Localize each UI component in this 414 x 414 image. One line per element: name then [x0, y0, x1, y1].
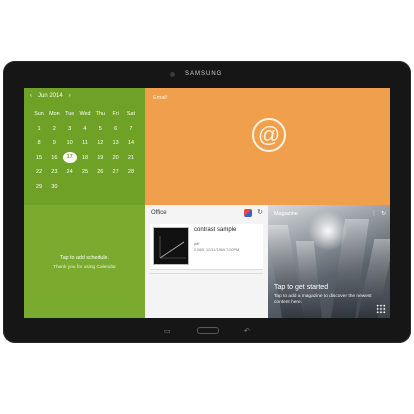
- calendar-day[interactable]: 22: [32, 169, 46, 175]
- apps-grid-icon[interactable]: [376, 304, 386, 314]
- email-widget-label: Email: [153, 95, 167, 101]
- calendar-day[interactable]: 12: [93, 140, 107, 146]
- calendar-day[interactable]: 16: [47, 155, 61, 161]
- recent-apps-icon[interactable]: ▭: [164, 327, 171, 335]
- office-widget[interactable]: Office ↻ contrast sample pdf 0.06B, 12/3…: [145, 205, 268, 318]
- brand-logo: SAMSUNG: [185, 71, 223, 77]
- calendar-month-panel: ‹ Jun 2014 › Sun Mon Tue Wed Thu Fri Sat: [24, 88, 145, 205]
- calendar-day[interactable]: 20: [109, 155, 123, 161]
- calendar-grid: Sun Mon Tue Wed Thu Fri Sat 1 2 3 4 5 6 …: [32, 107, 138, 194]
- add-schedule-prompt[interactable]: Tap to add schedule.: [24, 255, 145, 261]
- calendar-day[interactable]: 23: [47, 169, 61, 175]
- calendar-day[interactable]: 2: [47, 126, 61, 132]
- refresh-icon[interactable]: ↻: [381, 210, 386, 217]
- chevron-left-icon[interactable]: ‹: [30, 93, 32, 99]
- calendar-widget[interactable]: ‹ Jun 2014 › Sun Mon Tue Wed Thu Fri Sat: [24, 88, 145, 318]
- calendar-thanks-text: Thank you for using Calendar: [53, 265, 116, 270]
- at-icon: @: [252, 118, 286, 152]
- home-button[interactable]: [197, 327, 219, 334]
- back-icon[interactable]: ↶: [244, 327, 250, 335]
- calendar-day[interactable]: 9: [47, 140, 61, 146]
- weekday-label: Mon: [49, 111, 60, 118]
- calendar-day[interactable]: 24: [63, 169, 77, 175]
- calendar-day[interactable]: 15: [32, 155, 46, 161]
- weekday-label: Sun: [34, 111, 44, 118]
- magazine-widget-label: Magazine: [274, 211, 298, 217]
- calendar-day[interactable]: 29: [32, 184, 46, 190]
- calendar-week-row: 8 9 10 11 12 13 14: [32, 136, 138, 151]
- office-widget-actions: ↻: [244, 209, 264, 217]
- divider: [150, 273, 263, 274]
- more-options-icon[interactable]: ⋮: [371, 210, 377, 217]
- calendar-day[interactable]: 30: [47, 184, 61, 190]
- calendar-header: ‹ Jun 2014 ›: [30, 93, 71, 99]
- calendar-weekday-row: Sun Mon Tue Wed Thu Fri Sat: [32, 107, 138, 122]
- calendar-day[interactable]: 28: [124, 169, 138, 175]
- document-meta: 0.06B, 12/31/1969 7:00PM: [194, 248, 240, 252]
- chevron-right-icon[interactable]: ›: [69, 93, 71, 99]
- calendar-day[interactable]: 26: [93, 169, 107, 175]
- calendar-week-row: 22 23 24 25 26 27 28: [32, 165, 138, 180]
- weekday-label: Thu: [95, 111, 105, 118]
- sun-flare: [308, 211, 348, 251]
- calendar-day[interactable]: 25: [78, 169, 92, 175]
- weekday-label: Fri: [112, 111, 119, 118]
- tablet-frame: SAMSUNG ‹ Jun 2014 › Sun Mon Tue Wed Thu: [3, 61, 411, 343]
- calendar-day[interactable]: 14: [124, 140, 138, 146]
- calendar-day[interactable]: 7: [124, 126, 138, 132]
- calendar-day[interactable]: 13: [109, 140, 123, 146]
- magazine-widget-actions: ⋮ ↻: [371, 210, 386, 217]
- calendar-week-row: 1 2 3 4 5 6 7: [32, 122, 138, 137]
- office-app-icon[interactable]: [244, 209, 252, 217]
- weekday-label: Tue: [65, 111, 75, 118]
- weekday-label: Wed: [79, 111, 91, 118]
- magazine-widget[interactable]: Magazine ⋮ ↻ Tap to get started Tap to a…: [268, 205, 390, 318]
- calendar-day[interactable]: 4: [78, 126, 92, 132]
- calendar-week-row: 29 30: [32, 180, 138, 195]
- calendar-day[interactable]: 27: [109, 169, 123, 175]
- calendar-week-row: 15 16 17 18 19 20 21: [32, 151, 138, 166]
- calendar-day[interactable]: 21: [124, 155, 138, 161]
- document-thumbnail: [153, 227, 189, 265]
- calendar-day[interactable]: 1: [32, 126, 46, 132]
- calendar-day-today[interactable]: 17: [62, 152, 77, 164]
- contrast-graph-icon: [159, 236, 186, 259]
- home-screen: ‹ Jun 2014 › Sun Mon Tue Wed Thu Fri Sat: [24, 88, 390, 318]
- email-widget[interactable]: Email @: [145, 88, 390, 205]
- calendar-day[interactable]: 5: [93, 126, 107, 132]
- document-title: contrast sample: [194, 227, 237, 233]
- calendar-day[interactable]: 3: [63, 126, 77, 132]
- calendar-day[interactable]: 18: [78, 155, 92, 161]
- calendar-day[interactable]: 19: [93, 155, 107, 161]
- refresh-icon[interactable]: ↻: [256, 209, 264, 217]
- calendar-day[interactable]: 10: [63, 140, 77, 146]
- document-card[interactable]: contrast sample pdf 0.06B, 12/31/1969 7:…: [150, 224, 263, 270]
- weekday-label: Sat: [126, 111, 136, 118]
- office-widget-label: Office: [151, 210, 167, 216]
- calendar-day[interactable]: 6: [109, 126, 123, 132]
- magazine-description: Tap to add a magazine to discover the ne…: [274, 294, 372, 305]
- calendar-month-label: Jun 2014: [38, 93, 63, 99]
- calendar-day[interactable]: 11: [78, 140, 92, 146]
- magazine-title[interactable]: Tap to get started: [274, 284, 328, 291]
- calendar-day[interactable]: 8: [32, 140, 46, 146]
- camera: [170, 72, 175, 77]
- document-type: pdf: [194, 242, 200, 246]
